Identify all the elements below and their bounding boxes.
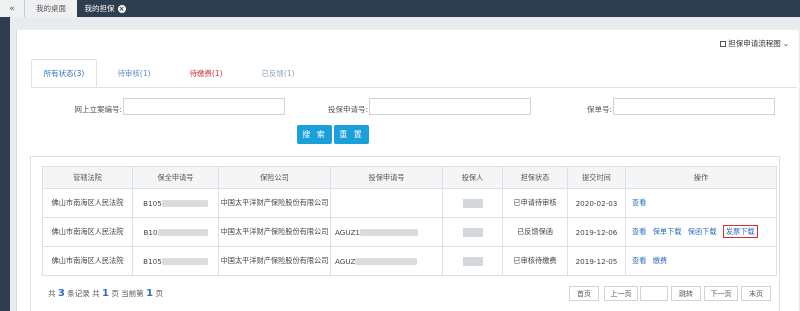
actions-cell: 查看 缴费 — [625, 246, 777, 276]
tab-all-status[interactable]: 所有状态(3) — [31, 59, 97, 87]
col-actions: 操作 — [625, 166, 777, 189]
col-preservation-no: 保全申请号 — [132, 166, 219, 189]
col-insurer: 保险公司 — [218, 166, 331, 189]
view-link[interactable]: 查看 — [632, 256, 646, 265]
col-submit-time: 提交时间 — [567, 166, 626, 189]
last-page-button[interactable]: 末页 — [741, 286, 771, 301]
jump-button[interactable]: 跳转 — [671, 286, 701, 301]
total-pages: 1 — [102, 288, 109, 299]
flow-chart-label: 担保申请流程图 — [728, 39, 781, 48]
tab-my-guarantee[interactable]: 我的担保 × — [77, 0, 133, 17]
date-cell: 2020-02-03 — [567, 188, 626, 218]
status-tabs: 所有状态(3) 待审核(1) 待缴费(1) 已反馈(1) — [31, 59, 797, 88]
preservation-no-text: B105 — [143, 198, 162, 208]
top-tab-bar: « 我的桌面 我的担保 × — [0, 0, 800, 17]
view-link[interactable]: 查看 — [632, 227, 646, 236]
preservation-no-cell: B105 — [132, 246, 219, 276]
application-no-cell: AGUZ — [330, 246, 443, 276]
court-cell: 佛山市南海区人民法院 — [42, 246, 133, 276]
table-row: 佛山市南海区人民法院 B105 中国太平洋财产保险股份有限公司 已申请待审核 2… — [42, 188, 777, 218]
chevron-down-icon: ⌄ — [782, 39, 789, 48]
applicant-cell — [442, 217, 503, 247]
application-no-text: AGUZ1 — [335, 227, 360, 237]
preservation-no-text: B105 — [143, 256, 162, 266]
close-icon[interactable]: × — [117, 4, 126, 13]
tab-my-guarantee-label: 我的担保 — [84, 4, 115, 13]
tab-my-desktop[interactable]: 我的桌面 — [25, 0, 77, 17]
tab-pending-review[interactable]: 待审核(1) — [99, 59, 169, 87]
date-cell: 2019-12-05 — [567, 246, 626, 276]
insurer-cell: 中国太平洋财产保险股份有限公司 — [218, 188, 331, 218]
actions-cell: 查看 保单下载 保函下载 发票下载 — [625, 217, 777, 247]
image-icon — [720, 40, 727, 47]
redacted-applicant — [462, 198, 483, 208]
summary-prefix: 共 — [48, 289, 56, 298]
col-application-no: 投保申请号 — [330, 166, 443, 189]
redacted-text — [355, 258, 418, 265]
tab-feedback[interactable]: 已反馈(1) — [243, 59, 313, 87]
next-page-button[interactable]: 下一页 — [704, 286, 738, 301]
col-applicant: 投保人 — [442, 166, 503, 189]
invoice-download-link[interactable]: 发票下载 — [722, 225, 758, 238]
application-no-label: 投保申请号: — [327, 105, 368, 114]
summary-page-text: 页 当前第 — [111, 289, 144, 298]
record-summary: 共 3 条记录 共 1 页 当前第 1 页 — [48, 288, 163, 299]
total-records: 3 — [57, 288, 65, 299]
redacted-text — [161, 200, 208, 207]
application-no-cell — [330, 188, 443, 218]
date-cell: 2019-12-06 — [567, 217, 626, 247]
redacted-applicant — [462, 227, 483, 237]
status-cell: 已申请待审核 — [502, 188, 568, 218]
redacted-text — [161, 258, 208, 265]
guarantee-download-link[interactable]: 保函下载 — [688, 227, 717, 236]
view-link[interactable]: 查看 — [632, 198, 646, 207]
court-cell: 佛山市南海区人民法院 — [42, 217, 133, 247]
prev-page-button[interactable]: 上一页 — [604, 286, 638, 301]
online-case-label: 网上立案编号: — [74, 105, 122, 114]
table-row: 佛山市南海区人民法院 B105 中国太平洋财产保险股份有限公司 AGUZ 已审核… — [42, 246, 777, 276]
policy-download-link[interactable]: 保单下载 — [653, 227, 682, 236]
policy-no-label: 保单号: — [586, 105, 612, 114]
summary-records-text: 条记录 共 — [67, 289, 100, 298]
current-page: 1 — [146, 288, 154, 299]
online-case-input[interactable] — [123, 98, 285, 115]
pay-fee-link[interactable]: 缴费 — [653, 256, 667, 265]
preservation-no-cell: B10 — [132, 217, 219, 247]
actions-cell: 查看 — [625, 188, 777, 218]
col-status: 担保状态 — [502, 166, 568, 189]
tab-pending-payment[interactable]: 待缴费(1) — [171, 59, 241, 87]
application-no-cell: AGUZ1 — [330, 217, 443, 247]
preservation-no-cell: B105 — [132, 188, 219, 218]
status-cell: 已反馈保函 — [502, 217, 568, 247]
results-table: 管辖法院 保全申请号 保险公司 投保申请号 投保人 担保状态 提交时间 操作 佛… — [42, 166, 777, 276]
application-no-input[interactable] — [369, 98, 531, 115]
redacted-text — [360, 229, 418, 236]
redacted-text — [157, 229, 208, 236]
insurer-cell: 中国太平洋财产保险股份有限公司 — [218, 217, 331, 247]
application-no-text: AGUZ — [335, 256, 356, 266]
nav-back-icon[interactable]: « — [0, 0, 25, 17]
flow-chart-link[interactable]: 担保申请流程图 ⌄ — [720, 38, 789, 49]
search-button[interactable]: 搜 索 — [297, 125, 332, 144]
applicant-cell — [442, 188, 503, 218]
first-page-button[interactable]: 首页 — [569, 286, 599, 301]
policy-no-input[interactable] — [613, 98, 775, 115]
court-cell: 佛山市南海区人民法院 — [42, 188, 133, 218]
summary-suffix: 页 — [155, 289, 164, 298]
insurer-cell: 中国太平洋财产保险股份有限公司 — [218, 246, 331, 276]
preservation-no-text: B10 — [143, 227, 158, 237]
reset-button[interactable]: 重 置 — [334, 125, 369, 144]
sidebar-strip — [0, 17, 10, 311]
table-header-row: 管辖法院 保全申请号 保险公司 投保申请号 投保人 担保状态 提交时间 操作 — [42, 166, 777, 189]
col-court: 管辖法院 — [42, 166, 133, 189]
page-jump-input[interactable] — [640, 286, 668, 301]
status-cell: 已审核待缴费 — [502, 246, 568, 276]
table-row: 佛山市南海区人民法院 B10 中国太平洋财产保险股份有限公司 AGUZ1 已反馈… — [42, 217, 777, 247]
applicant-cell — [442, 246, 503, 276]
redacted-applicant — [462, 256, 483, 266]
